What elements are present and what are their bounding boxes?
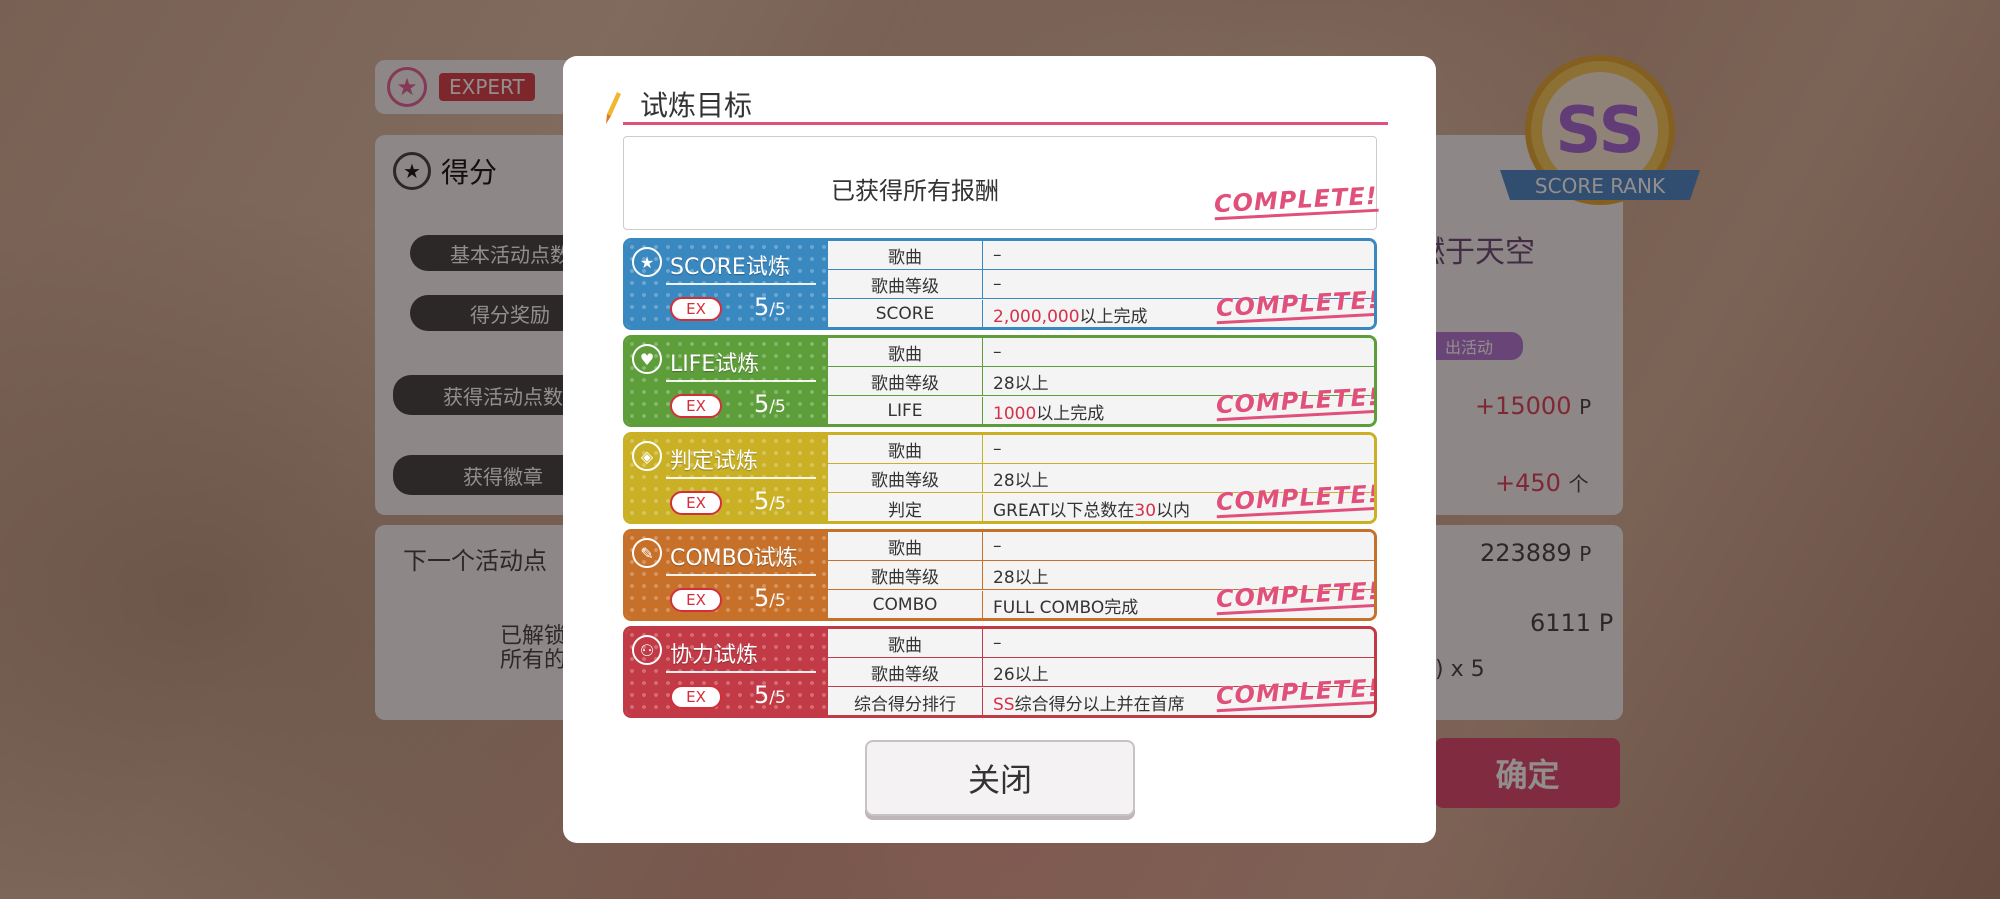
condition-key: 歌曲 <box>828 532 983 560</box>
condition-value: – <box>993 342 1002 362</box>
trial-progress: 5/5 <box>754 390 786 418</box>
condition-row: 歌曲 – <box>828 532 1374 561</box>
trial-goals-dialog: 试炼目标 已获得所有报酬 COMPLETE! ★ SCORE试炼 EX 5/5 歌曲 – 歌… <box>563 56 1436 843</box>
trial-progress: 5/5 <box>754 584 786 612</box>
condition-row: 歌曲 – <box>828 629 1374 658</box>
trial-card: ◈ 判定试炼 EX 5/5 歌曲 – 歌曲等级 28以上 判定 GREAT以下总数在30以内 COM… <box>623 432 1377 524</box>
trial-card: ★ SCORE试炼 EX 5/5 歌曲 – 歌曲等级 – SCORE 2,000,000以上完成 C… <box>623 238 1377 330</box>
condition-row: 歌曲 – <box>828 241 1374 270</box>
trial-divider <box>666 380 816 382</box>
dialog-title: 试炼目标 <box>640 89 753 122</box>
ex-badge: EX <box>670 297 722 321</box>
ex-badge: EX <box>670 685 722 709</box>
condition-key: 歌曲等级 <box>828 561 983 590</box>
condition-value: 28以上 <box>993 470 1049 491</box>
trial-name: 判定试炼 <box>670 449 759 474</box>
condition-key: 歌曲 <box>828 338 983 366</box>
condition-value: SS综合得分以上并在首席 <box>993 694 1185 715</box>
condition-key: 判定 <box>828 493 983 521</box>
trial-progress: 5/5 <box>754 293 786 321</box>
condition-value: 1000以上完成 <box>993 403 1105 424</box>
trial-header: ⚇ 协力试炼 EX 5/5 <box>626 629 828 715</box>
trial-divider <box>666 477 816 479</box>
condition-key: 综合得分排行 <box>828 687 983 715</box>
trial-card: ♥ LIFE试炼 EX 5/5 歌曲 – 歌曲等级 28以上 LIFE 1000以上完成 COMPL… <box>623 335 1377 427</box>
condition-key: 歌曲 <box>828 241 983 269</box>
diamond-icon: ◈ <box>632 441 662 471</box>
condition-value: – <box>993 633 1002 653</box>
condition-key: COMBO <box>828 590 983 618</box>
condition-value: – <box>993 274 1002 295</box>
ex-badge: EX <box>670 491 722 515</box>
condition-value: FULL COMBO完成 <box>993 597 1139 618</box>
condition-value: – <box>993 536 1002 556</box>
reward-status-box: 已获得所有报酬 COMPLETE! <box>623 136 1379 230</box>
complete-stamp: COMPLETE! <box>1213 181 1379 221</box>
trial-divider <box>666 283 816 285</box>
condition-value: 28以上 <box>993 373 1049 394</box>
trial-divider <box>666 671 816 673</box>
close-button[interactable]: 关闭 <box>865 740 1135 816</box>
trial-progress: 5/5 <box>754 487 786 515</box>
trial-name: LIFE试炼 <box>670 352 760 377</box>
condition-key: 歌曲等级 <box>828 464 983 493</box>
condition-key: 歌曲等级 <box>828 658 983 687</box>
condition-value: 26以上 <box>993 664 1049 685</box>
condition-row: 歌曲 – <box>828 338 1374 367</box>
trial-header: ♥ LIFE试炼 EX 5/5 <box>626 338 828 424</box>
condition-value: – <box>993 439 1002 459</box>
reward-status-text: 已获得所有报酬 <box>831 177 999 205</box>
condition-key: 歌曲等级 <box>828 367 983 396</box>
condition-key: 歌曲 <box>828 629 983 657</box>
trial-progress: 5/5 <box>754 681 786 709</box>
ex-badge: EX <box>670 394 722 418</box>
condition-row: 歌曲 – <box>828 435 1374 464</box>
trial-card: ⚇ 协力试炼 EX 5/5 歌曲 – 歌曲等级 26以上 综合得分排行 SS综合得分以上并在首席 C… <box>623 626 1377 718</box>
pen-icon <box>606 92 621 124</box>
trial-divider <box>666 574 816 576</box>
trial-name: SCORE试炼 <box>670 255 790 280</box>
trial-card: ✎ COMBO试炼 EX 5/5 歌曲 – 歌曲等级 28以上 COMBO FULL COMBO完… <box>623 529 1377 621</box>
condition-key: 歌曲等级 <box>828 270 983 299</box>
condition-key: LIFE <box>828 396 983 424</box>
trial-header: ◈ 判定试炼 EX 5/5 <box>626 435 828 521</box>
people-icon: ⚇ <box>632 635 662 665</box>
star-icon: ★ <box>632 247 662 277</box>
title-underline <box>623 122 1388 125</box>
condition-value: 2,000,000以上完成 <box>993 306 1148 327</box>
condition-value: 28以上 <box>993 567 1049 588</box>
pen-icon: ✎ <box>632 538 662 568</box>
trial-name: COMBO试炼 <box>670 546 798 571</box>
ex-badge: EX <box>670 588 722 612</box>
trial-header: ✎ COMBO试炼 EX 5/5 <box>626 532 828 618</box>
condition-key: 歌曲 <box>828 435 983 463</box>
trial-header: ★ SCORE试炼 EX 5/5 <box>626 241 828 327</box>
heart-icon: ♥ <box>632 344 662 374</box>
trial-name: 协力试炼 <box>670 643 759 668</box>
condition-value: – <box>993 245 1002 265</box>
condition-key: SCORE <box>828 299 983 327</box>
condition-value: GREAT以下总数在30以内 <box>993 500 1191 521</box>
